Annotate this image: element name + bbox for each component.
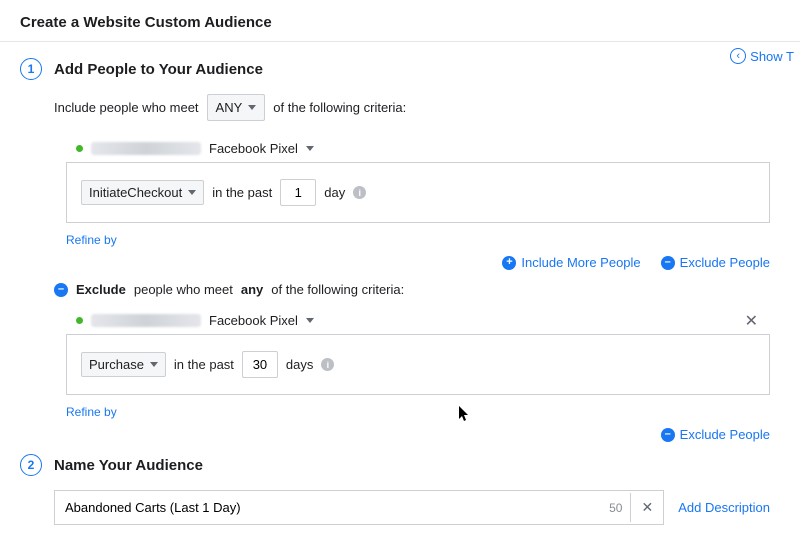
include-event-label: InitiateCheckout [89,185,182,200]
show-tips-link[interactable]: ‹ Show T [730,48,794,64]
caret-down-icon [306,318,314,323]
exclude-days-input[interactable] [242,351,278,378]
plus-circle-icon: + [502,256,516,270]
caret-down-icon [188,190,196,195]
exclude-people-label-2: Exclude People [680,427,770,442]
caret-down-icon [306,146,314,151]
caret-down-icon [248,105,256,110]
include-refine-by-link[interactable]: Refine by [66,233,770,247]
include-days-unit: day [324,185,345,200]
exclude-criteria-box: Purchase in the past days i [66,334,770,395]
include-criteria-box: InitiateCheckout in the past day i [66,162,770,223]
exclude-people-link[interactable]: – Exclude People [661,255,770,270]
remove-exclude-button[interactable]: ✕ [739,311,764,331]
add-description-link[interactable]: Add Description [678,500,770,515]
audience-name-input[interactable] [55,491,601,524]
include-mode-label: ANY [216,100,243,115]
exclude-suffix: of the following criteria: [271,282,404,297]
pixel-status-dot-icon [76,317,83,324]
pixel-status-dot-icon [76,145,83,152]
pixel-id-redacted [91,142,201,155]
minus-circle-icon: – [54,283,68,297]
exclude-days-unit: days [286,357,313,372]
include-criteria-sentence: Include people who meet ANY of the follo… [54,94,770,121]
char-remaining: 50 [601,501,630,515]
audience-name-field-wrap: 50 ✕ [54,490,664,525]
minus-circle-icon: – [661,428,675,442]
step-2-badge: 2 [20,454,42,476]
exclude-past-label: in the past [174,357,234,372]
include-suffix: of the following criteria: [273,100,406,115]
info-icon[interactable]: i [353,186,366,199]
exclude-event-dropdown[interactable]: Purchase [81,352,166,377]
step-1-title: Add People to Your Audience [54,61,263,78]
page-title: Create a Website Custom Audience [0,0,800,42]
include-days-input[interactable] [280,179,316,206]
exclude-pixel-label: Facebook Pixel [209,313,298,328]
clear-name-button[interactable]: ✕ [630,493,663,522]
exclude-refine-by-link[interactable]: Refine by [66,405,770,419]
include-pixel-label: Facebook Pixel [209,141,298,156]
show-tips-label: Show T [750,49,794,64]
step-1-badge: 1 [20,58,42,80]
exclude-criteria-sentence: – Exclude people who meet any of the fol… [54,282,770,297]
exclude-people-label: Exclude People [680,255,770,270]
exclude-pixel-dropdown[interactable]: Facebook Pixel [66,307,324,334]
include-more-people-link[interactable]: + Include More People [502,255,640,270]
exclude-rest: people who meet [134,282,233,297]
exclude-event-label: Purchase [89,357,144,372]
include-mode-dropdown[interactable]: ANY [207,94,266,121]
include-past-label: in the past [212,185,272,200]
include-event-dropdown[interactable]: InitiateCheckout [81,180,204,205]
info-icon[interactable]: i [321,358,334,371]
exclude-people-link-2[interactable]: – Exclude People [661,427,770,442]
pixel-id-redacted [91,314,201,327]
exclude-strong: Exclude [76,282,126,297]
minus-circle-icon: – [661,256,675,270]
step-2-title: Name Your Audience [54,457,203,474]
caret-down-icon [150,362,158,367]
include-pixel-dropdown[interactable]: Facebook Pixel [66,135,324,162]
exclude-any: any [241,282,263,297]
chevron-left-icon: ‹ [730,48,746,64]
include-prefix: Include people who meet [54,100,199,115]
include-more-people-label: Include More People [521,255,640,270]
